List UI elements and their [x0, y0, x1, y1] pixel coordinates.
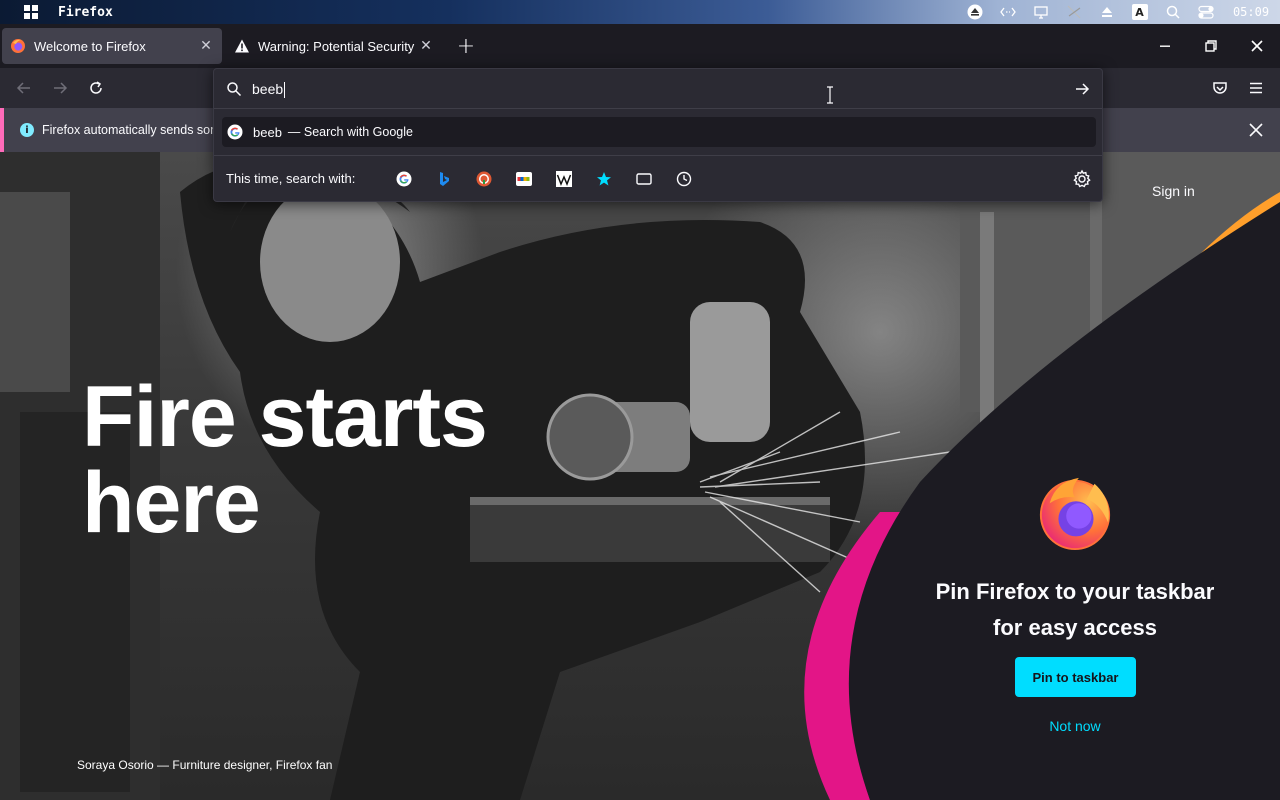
wikipedia-icon[interactable] — [544, 163, 584, 195]
close-window-button[interactable] — [1234, 24, 1280, 68]
urlbar-input[interactable]: beeb — [252, 78, 1052, 100]
go-arrow-button[interactable] — [1072, 79, 1092, 99]
app-menu-icon[interactable] — [1240, 72, 1272, 104]
hero-photo-caption: Soraya Osorio — Furniture designer, Fire… — [77, 758, 333, 772]
close-notification-button[interactable] — [1246, 120, 1266, 140]
google-icon[interactable] — [384, 163, 424, 195]
suggestion-query: beeb — [253, 124, 282, 140]
os-active-app-name: Firefox — [58, 4, 113, 20]
tab-security-warning[interactable]: Warning: Potential Security Risk Ahead ✕ — [226, 28, 442, 64]
keyboard-layout-icon[interactable]: A — [1123, 0, 1156, 24]
minimize-button[interactable] — [1142, 24, 1188, 68]
urlbar-input-row: beeb — [214, 69, 1102, 109]
ebay-icon[interactable] — [504, 163, 544, 195]
close-tab-icon[interactable]: ✕ — [418, 38, 434, 54]
urlbar-value: beeb — [252, 81, 284, 97]
network-arrows-icon[interactable] — [991, 0, 1024, 24]
gear-icon[interactable] — [1072, 169, 1092, 189]
duckduckgo-icon[interactable] — [464, 163, 504, 195]
tabs-icon[interactable] — [624, 163, 664, 195]
forward-button[interactable] — [44, 72, 76, 104]
no-signal-icon[interactable] — [1057, 0, 1090, 24]
google-icon — [227, 124, 243, 140]
os-clock: 05:09 — [1232, 5, 1270, 19]
hero-headline: Fire starts here — [82, 374, 602, 546]
toggle-icon[interactable] — [1189, 0, 1222, 24]
suggestion-action: — Search with Google — [287, 125, 413, 139]
pocket-icon[interactable] — [1204, 72, 1236, 104]
firefox-icon — [11, 39, 25, 53]
warning-icon — [235, 39, 249, 53]
search-icon[interactable] — [1156, 0, 1189, 24]
os-system-tray: A 05:09 — [958, 0, 1280, 24]
os-top-bar: Firefox A 05:09 — [0, 0, 1280, 24]
sign-in-link[interactable]: Sign in — [1152, 183, 1195, 199]
hero-headline-line2: here — [82, 455, 261, 551]
display-icon[interactable] — [1024, 0, 1057, 24]
search-suggestion-row[interactable]: beeb — Search with Google — [222, 117, 1096, 147]
close-tab-icon[interactable]: ✕ — [198, 38, 214, 54]
not-now-link[interactable]: Not now — [1030, 718, 1120, 734]
bing-icon[interactable] — [424, 163, 464, 195]
hero-headline-line1: Fire starts — [82, 369, 488, 465]
tab-title: Warning: Potential Security Risk Ahead — [258, 38, 418, 54]
history-clock-icon[interactable] — [664, 163, 704, 195]
tab-title: Welcome to Firefox — [34, 38, 146, 54]
welcome-hero: Fire starts here Soraya Osorio — Furnitu… — [0, 152, 1280, 800]
eject-outline-icon[interactable] — [1090, 0, 1123, 24]
keyboard-layout-letter: A — [1131, 4, 1148, 20]
eject-icon[interactable] — [958, 0, 991, 24]
pin-card-title-line2: for easy access — [993, 615, 1157, 640]
tab-strip: Welcome to Firefox ✕ Warning: Potential … — [0, 24, 1280, 68]
urlbar-dropdown: beeb beeb — Search with Google This time… — [213, 68, 1103, 202]
text-caret — [284, 82, 286, 99]
restore-button[interactable] — [1188, 24, 1234, 68]
tab-welcome[interactable]: Welcome to Firefox ✕ — [2, 28, 222, 64]
one-off-label: This time, search with: — [226, 171, 356, 186]
one-off-search-row: This time, search with: — [214, 155, 1102, 201]
notification-text: Firefox automatically sends som — [42, 123, 221, 137]
back-button[interactable] — [8, 72, 40, 104]
firefox-logo-icon — [1039, 477, 1111, 551]
pin-card-title-line1: Pin Firefox to your taskbar — [935, 579, 1215, 604]
bookmarks-star-icon[interactable] — [584, 163, 624, 195]
i-beam-cursor-icon — [827, 86, 833, 104]
search-icon — [227, 82, 242, 97]
pin-to-taskbar-button[interactable]: Pin to taskbar — [1015, 657, 1136, 697]
pin-card-title: Pin Firefox to your taskbar for easy acc… — [905, 574, 1245, 646]
windows-start-icon[interactable] — [22, 3, 40, 21]
reload-button[interactable] — [80, 72, 112, 104]
window-controls — [1142, 24, 1280, 68]
info-icon: i — [20, 123, 34, 137]
new-tab-button[interactable]: + — [450, 30, 482, 62]
